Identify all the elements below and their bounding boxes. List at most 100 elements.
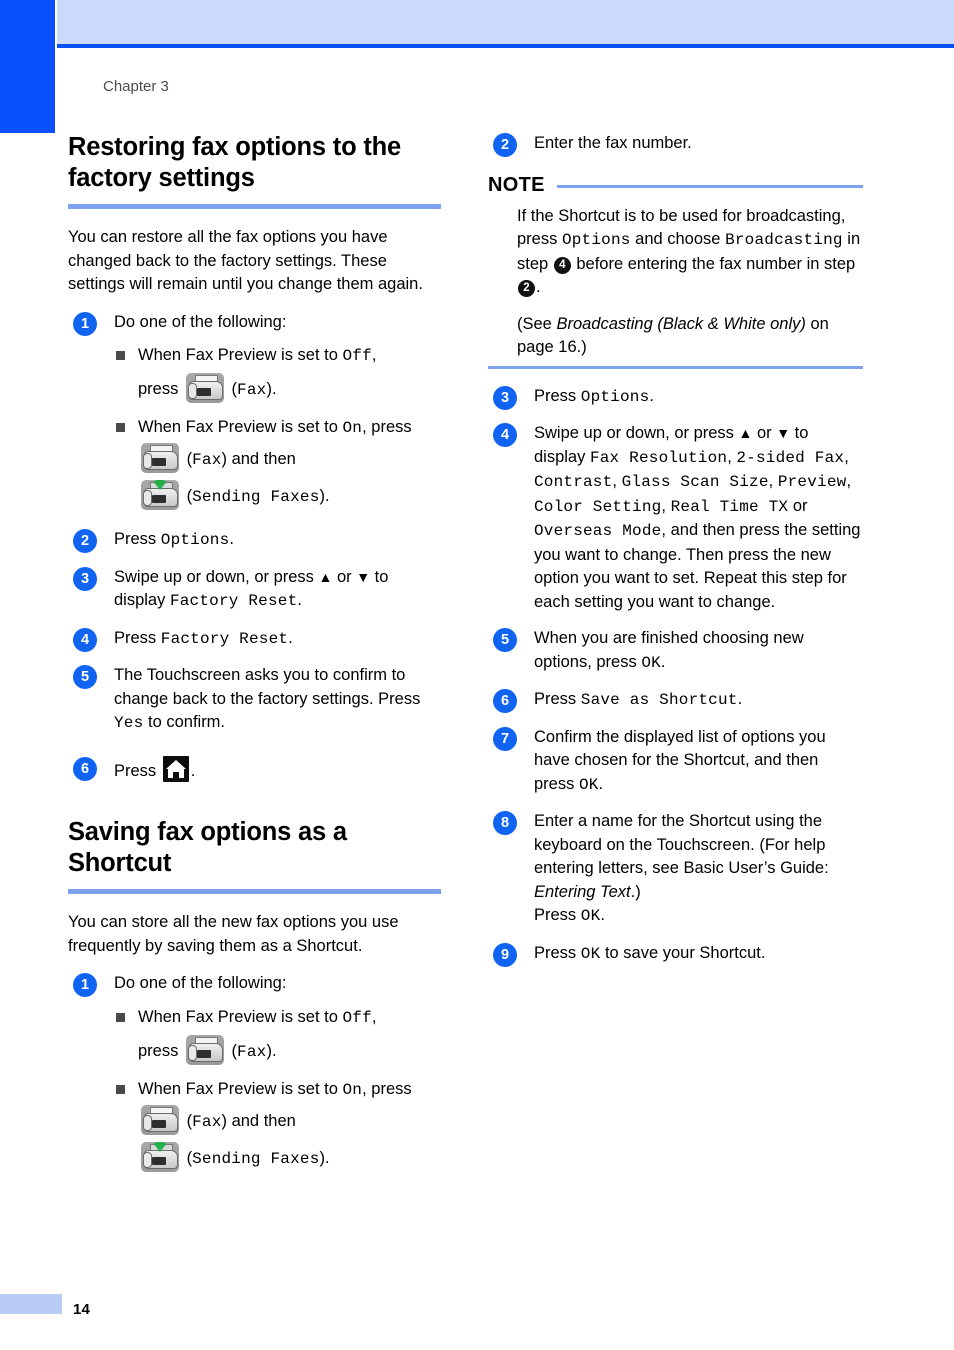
bullet-text: When Fax Preview is set to	[138, 346, 343, 364]
and-then-label: ) and then	[221, 450, 296, 468]
period: .	[660, 652, 666, 671]
step-number: 9	[493, 942, 517, 967]
machine-text-options: Options	[561, 231, 631, 249]
step-number: 5	[493, 628, 517, 652]
bullet-text: When Fax Preview is set to	[138, 1079, 343, 1098]
step-number: 6	[73, 756, 97, 781]
arrow-down-icon: ▼	[356, 568, 371, 585]
or-label: or	[788, 496, 808, 515]
step-text: Do one of the following:	[114, 974, 287, 992]
arrow-up-icon: ▲	[738, 425, 753, 441]
paren-close: ).	[266, 380, 277, 398]
bullet-comma: ,	[371, 1007, 377, 1026]
step-item: 3 Swipe up or down, or press ▲ or ▼ to d…	[68, 566, 441, 614]
step-item: 2 Press Options.	[68, 528, 441, 553]
home-icon	[162, 755, 189, 782]
machine-text-ok: OK	[580, 907, 601, 925]
step-item: 3 Press Options.	[488, 385, 863, 410]
machine-text-yes: Yes	[114, 714, 144, 732]
step-number: 8	[493, 811, 517, 835]
press-label: Press	[114, 761, 161, 780]
step-item: 5 When you are finished choosing new opt…	[488, 627, 863, 675]
bullet-text: When Fax Preview is set to	[138, 418, 343, 436]
press-label: Press	[534, 386, 581, 405]
sending-faxes-icon	[141, 480, 179, 510]
machine-text-fax: Fax	[192, 1112, 222, 1131]
right-column: 2 Enter the fax number. NOTE If the Shor…	[488, 132, 863, 979]
period: .	[649, 386, 654, 405]
section-intro-restoring: You can restore all the fax options you …	[68, 228, 423, 293]
chapter-label: Chapter 3	[103, 78, 169, 95]
comma: ,	[844, 447, 849, 466]
bullet-second-line: press (Fax).	[138, 1034, 441, 1068]
machine-text-fax: Fax	[237, 1042, 267, 1061]
period: .	[288, 628, 293, 647]
note-header-rule	[556, 184, 863, 188]
period: .	[297, 591, 302, 609]
step-number: 4	[73, 627, 97, 652]
step-text-lead: Enter a name for the Shortcut using the …	[534, 812, 829, 877]
page-number: 14	[73, 1301, 91, 1318]
machine-text-fax: Fax	[192, 451, 222, 469]
step-text: Enter a name for the Shortcut using the …	[534, 810, 863, 929]
step-item: 5 The Touchscreen asks you to confirm to…	[68, 664, 441, 736]
icon-line-fax: (Fax) and then	[114, 441, 441, 478]
machine-text-ok: OK	[641, 653, 661, 672]
bullet-second-line: press (Fax).	[138, 373, 441, 406]
bullet-suffix: , press	[362, 418, 412, 436]
step-number: 6	[493, 689, 517, 713]
or-label: or	[752, 424, 777, 442]
note-content: If the Shortcut is to be used for broadc…	[488, 197, 863, 360]
step-text: Press Save as Shortcut.	[534, 688, 863, 713]
arrow-up-icon: ▲	[318, 568, 333, 585]
step-number: 4	[493, 423, 517, 447]
step-number: 3	[73, 566, 97, 591]
note-box: NOTE If the Shortcut is to be used for b…	[488, 174, 863, 369]
swipe-label: Swipe up or down, or press	[114, 567, 319, 586]
machine-text-ok: OK	[580, 944, 601, 963]
bullet-comma: ,	[371, 346, 377, 364]
step-item: 4 Press Factory Reset.	[68, 627, 441, 652]
step-text-tail: to save your Shortcut.	[600, 943, 766, 962]
icon-line-sending-faxes: (Sending Faxes).	[114, 478, 441, 515]
note-footer-rule	[488, 365, 863, 369]
sending-faxes-icon	[141, 1141, 179, 1172]
step-text-lead: Confirm the displayed list of options yo…	[534, 727, 826, 793]
arrow-down-icon: ▼	[776, 425, 791, 441]
period: .	[536, 278, 541, 296]
step-number: 1	[73, 973, 97, 997]
machine-text-factory-reset: Factory Reset	[169, 592, 298, 610]
step-text-tail: .)	[630, 882, 641, 901]
step-text: The Touchscreen asks you to confirm to c…	[114, 664, 441, 736]
comma: ,	[768, 472, 774, 490]
step-text: Press .	[114, 755, 441, 784]
display-label: display	[534, 447, 590, 466]
step-number: 7	[493, 726, 517, 751]
left-column: Restoring fax options to the factory set…	[68, 132, 441, 1190]
machine-text-broadcasting: Broadcasting	[725, 231, 843, 249]
machine-text-real-time-tx: Real Time TX	[670, 497, 789, 516]
period: .	[229, 530, 234, 548]
press-label: Press	[534, 690, 581, 708]
period: .	[737, 690, 743, 708]
step-item: 7 Confirm the displayed list of options …	[488, 726, 863, 798]
step-item: 1 Do one of the following: When Fax Prev…	[68, 972, 441, 1177]
bullet-item: When Fax Preview is set to Off, press (F…	[114, 1005, 441, 1068]
press-label: Press	[114, 530, 161, 548]
comma: ,	[846, 472, 852, 490]
paren-close: ).	[266, 1041, 277, 1060]
note-paragraph: (See Broadcasting (Black & White only) o…	[517, 313, 863, 360]
step-text-lead: When you are finished choosing new optio…	[534, 629, 804, 671]
step-text: Enter the fax number.	[534, 134, 692, 152]
machine-text-ok: OK	[578, 775, 599, 794]
step-reference: 2	[518, 280, 535, 297]
step-item: 2 Enter the fax number.	[488, 132, 863, 157]
fax-icon	[185, 1034, 224, 1065]
machine-text-save-as-shortcut: Save as Shortcut	[580, 691, 738, 709]
press-label: Press	[114, 628, 161, 647]
step-number: 2	[493, 133, 517, 157]
paren-close: ).	[319, 487, 330, 505]
confirm-text: The Touchscreen asks you to confirm to c…	[114, 666, 421, 708]
page-footer-bar	[0, 1294, 62, 1314]
machine-text-glass-scan-size: Glass Scan Size	[621, 473, 769, 491]
